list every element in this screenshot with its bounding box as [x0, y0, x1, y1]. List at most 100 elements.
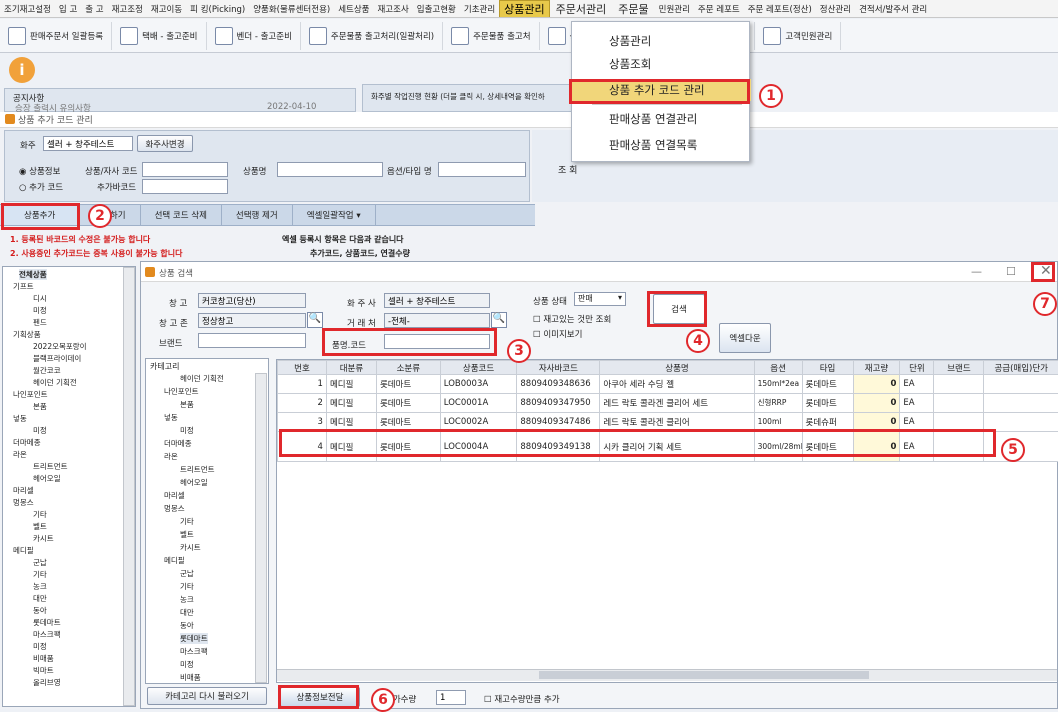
dropdown-item[interactable]: 판매상품 연결목록 [572, 134, 751, 156]
dialog-tree-node[interactable]: 넣동 [164, 412, 178, 423]
grid-header-cell[interactable]: 옵션 [754, 361, 802, 375]
table-row[interactable]: 1메디필롯데마트LOB0003A8809409348636아쿠아 세라 수딩 젤… [278, 375, 1058, 394]
menu-item[interactable]: 주문 레포트 [694, 3, 744, 15]
stock-only-checkbox[interactable]: ☐ 재고있는 것만 조회 [533, 313, 611, 325]
barcode-input[interactable] [142, 179, 228, 194]
grid-header-cell[interactable]: 상품명 [600, 361, 754, 375]
menu-item[interactable]: 양품화(물류센터전용) [249, 3, 334, 15]
dialog-tree-node[interactable]: 헤이던 기획전 [180, 373, 224, 384]
tree-node[interactable]: 멍몽스 [13, 497, 34, 508]
dialog-tree-node[interactable]: 비매품 [180, 672, 201, 683]
dialog-tree-node[interactable]: 멍몽스 [164, 503, 185, 514]
vendor-field[interactable] [384, 313, 490, 328]
grid-header-cell[interactable]: 재고량 [853, 361, 900, 375]
tree-node[interactable]: 2022오목포랑이 [33, 341, 87, 352]
tree-node[interactable]: 빅마트 [33, 665, 54, 676]
menu-item[interactable]: 세트상품 [334, 3, 373, 15]
vendor-search-icon[interactable]: 🔍 [491, 312, 507, 328]
menu-item[interactable]: 피 킹(Picking) [186, 3, 249, 15]
tree-node[interactable]: 헤어오일 [33, 473, 61, 484]
tree-node[interactable]: 디시 [33, 293, 47, 304]
status-select[interactable]: 판매▾ [574, 292, 626, 306]
tree-node[interactable]: 기획상품 [13, 329, 41, 340]
dialog-tree-node[interactable]: 나인포인트 [164, 386, 199, 397]
lookup-button[interactable]: 조 회 [558, 163, 577, 176]
dialog-tree-node[interactable]: 롯데마트 [180, 633, 208, 644]
show-image-checkbox[interactable]: ☐ 이미지보기 [533, 328, 582, 340]
menu-item[interactable]: 출 고 [81, 3, 107, 15]
dialog-tree-node[interactable]: 카시트 [180, 542, 201, 553]
dialog-tree-node[interactable]: 트리트먼트 [180, 464, 215, 475]
action-button[interactable]: 선택 코드 삭제 [141, 205, 222, 225]
tree-node[interactable]: 미정 [33, 641, 47, 652]
table-row[interactable]: 2메디필롯데마트LOC0001A8809409347950레드 락토 콜라겐 클… [278, 394, 1058, 413]
modal-owner-field[interactable] [384, 293, 490, 308]
dialog-tree-node[interactable]: 헤어오일 [180, 477, 208, 488]
stock-add-checkbox[interactable]: ☐ 재고수량만큼 추가 [484, 693, 560, 705]
menu-item[interactable]: 주문서관리 [550, 1, 613, 17]
tree-node[interactable]: 미정 [33, 305, 47, 316]
tree-node[interactable]: 트리트먼트 [33, 461, 68, 472]
toolbar-button[interactable]: 벤더 - 출고준비 [207, 22, 301, 50]
menu-item[interactable]: 재고이동 [147, 3, 186, 15]
tree-node[interactable]: 헤이던 기획전 [33, 377, 77, 388]
tree-node[interactable]: 미정 [33, 425, 47, 436]
tree-scrollbar[interactable] [123, 267, 135, 706]
menu-item[interactable]: 상품관리 [499, 0, 549, 18]
dialog-tree-node[interactable]: 군납 [180, 568, 194, 579]
dialog-tree-node[interactable]: 본품 [180, 399, 194, 410]
menu-item[interactable]: 기초관리 [460, 3, 499, 15]
tree-node[interactable]: 농크 [33, 581, 47, 592]
minimize-icon[interactable]: — [971, 265, 982, 278]
qty-input[interactable] [436, 690, 466, 705]
dialog-tree-node[interactable]: 마스크팩 [180, 646, 208, 657]
grid-header-cell[interactable]: 단위 [900, 361, 934, 375]
dialog-tree-node[interactable]: 대만 [180, 607, 194, 618]
tree-node[interactable]: 군납 [33, 557, 47, 568]
grid-header-cell[interactable]: 상품코드 [440, 361, 517, 375]
grid-header-cell[interactable]: 공급(매입)단가 [984, 361, 1058, 375]
grid-hscroll-thumb[interactable] [539, 671, 869, 679]
dialog-tree-node[interactable]: 메디필 [164, 555, 185, 566]
owner-change-button[interactable]: 화주사변경 [137, 135, 193, 152]
menu-item[interactable]: 재고조사 [373, 3, 412, 15]
excel-download-button[interactable]: 엑셀다운 [719, 323, 771, 353]
tree-node[interactable]: 마리셀 [13, 485, 34, 496]
tree-node[interactable]: 마스크팩 [33, 629, 61, 640]
dialog-tree-node[interactable]: 벨트 [180, 529, 194, 540]
dialog-tree-node[interactable]: 라온 [164, 451, 178, 462]
warehouse-field[interactable] [198, 293, 306, 308]
menu-item[interactable]: 입 고 [55, 3, 81, 15]
dialog-tree-scrollbar[interactable] [255, 373, 267, 683]
menu-item[interactable]: 주문물 [612, 1, 654, 17]
reload-category-button[interactable]: 카테고리 다시 불러오기 [147, 687, 267, 705]
toolbar-button[interactable]: 택배 - 출고준비 [112, 22, 206, 50]
tree-node[interactable]: 넣동 [13, 413, 27, 424]
grid-header-cell[interactable]: 타입 [802, 361, 853, 375]
tree-node[interactable]: 나인포인트 [13, 389, 48, 400]
toolbar-button[interactable]: 주문물품 출고처리(일괄처리) [301, 22, 443, 50]
dropdown-item[interactable]: 판매상품 연결관리 [572, 108, 751, 130]
dialog-tree-node[interactable]: 마리셀 [164, 490, 185, 501]
brand-input[interactable] [198, 333, 306, 348]
grid-header-cell[interactable]: 번호 [278, 361, 327, 375]
dropdown-item[interactable]: 상품관리 [572, 30, 751, 52]
grid-header-cell[interactable]: 브랜드 [934, 361, 984, 375]
grid-header-cell[interactable]: 자사바코드 [517, 361, 600, 375]
tree-node[interactable]: 전체상품 [19, 269, 47, 280]
tree-node[interactable]: 카시트 [33, 533, 54, 544]
tree-node[interactable]: 대만 [33, 593, 47, 604]
menu-item[interactable]: 견적서/발주서 관리 [855, 3, 931, 15]
tree-node[interactable]: 벨트 [33, 521, 47, 532]
tree-node[interactable]: 본품 [33, 401, 47, 412]
tree-node[interactable]: 메디필 [13, 545, 34, 556]
radio-product-info[interactable]: ◉ 상품정보 [19, 165, 60, 177]
menu-item[interactable]: 재고조정 [108, 3, 147, 15]
tree-node[interactable]: 기프트 [13, 281, 34, 292]
zone-search-icon[interactable]: 🔍 [307, 312, 323, 328]
dialog-tree-node[interactable]: 동아 [180, 620, 194, 631]
tree-node[interactable]: 롯데마트 [33, 617, 61, 628]
tree-node[interactable]: 월간코코 [33, 365, 61, 376]
menu-item[interactable]: 입출고현황 [413, 3, 460, 15]
tree-node[interactable]: 동아 [33, 605, 47, 616]
